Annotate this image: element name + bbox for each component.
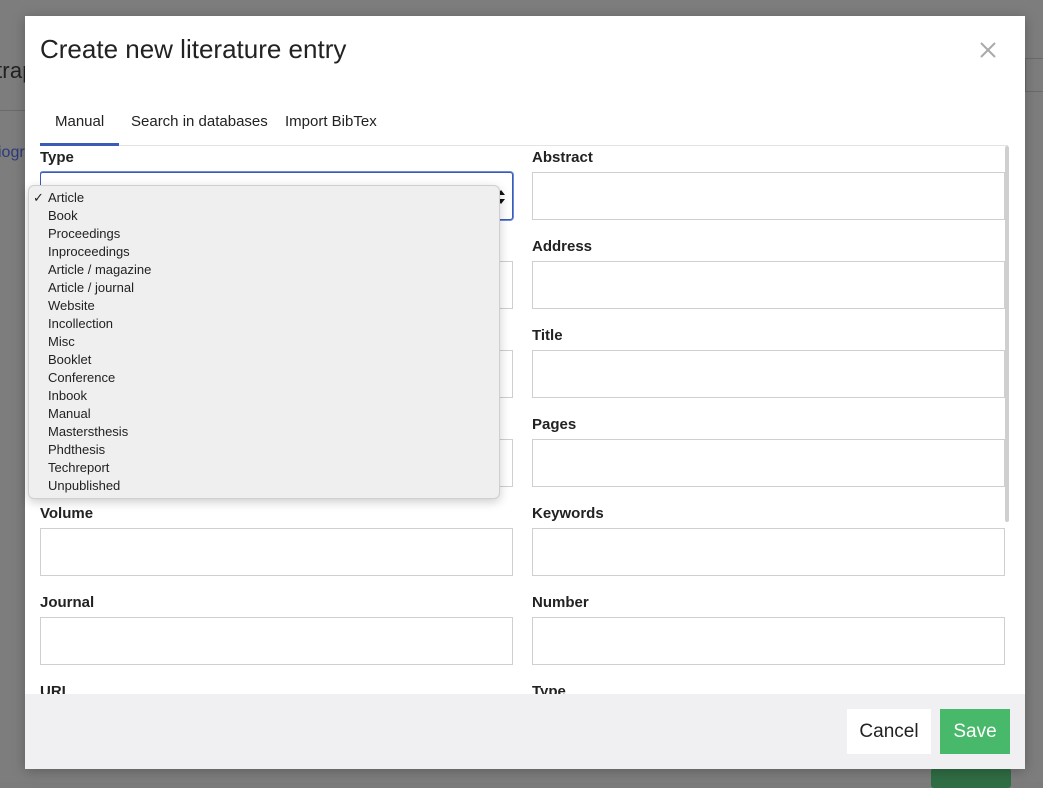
address-label: Address: [532, 238, 593, 255]
volume-label: Volume: [40, 505, 94, 522]
dropdown-option-manual[interactable]: Manual: [29, 405, 499, 423]
background-link: iogr: [0, 144, 25, 161]
number-label: Number: [532, 594, 589, 611]
dropdown-option-article-journal[interactable]: Article / journal: [29, 279, 499, 297]
dropdown-option-inbook[interactable]: Inbook: [29, 387, 499, 405]
dropdown-option-unpublished[interactable]: Unpublished: [29, 477, 499, 495]
dropdown-option-website[interactable]: Website: [29, 297, 499, 315]
cancel-button[interactable]: Cancel: [847, 709, 931, 754]
keywords-field[interactable]: [532, 528, 1005, 576]
dropdown-option-misc[interactable]: Misc: [29, 333, 499, 351]
type-label: Type: [40, 149, 74, 166]
background-submit-button: [931, 768, 1011, 788]
dropdown-option-article-magazine[interactable]: Article / magazine: [29, 261, 499, 279]
checkmark-icon: ✓: [33, 190, 44, 205]
dropdown-option-inproceedings[interactable]: Inproceedings: [29, 243, 499, 261]
abstract-label: Abstract: [532, 149, 593, 166]
pages-field[interactable]: [532, 439, 1005, 487]
background-input: [1025, 58, 1043, 92]
dropdown-option-booklet[interactable]: Booklet: [29, 351, 499, 369]
dialog-footer: Cancel Save: [25, 694, 1025, 769]
journal-field[interactable]: [40, 617, 513, 665]
number-field[interactable]: [532, 617, 1005, 665]
dropdown-option-book[interactable]: Book: [29, 207, 499, 225]
type-dropdown-menu: ✓ Article Book Proceedings Inproceedings…: [28, 185, 500, 499]
close-icon[interactable]: [976, 38, 1000, 62]
dropdown-option-conference[interactable]: Conference: [29, 369, 499, 387]
url-label: URL: [40, 683, 71, 694]
dialog-title: Create new literature entry: [40, 34, 347, 64]
pages-label: Pages: [532, 416, 577, 433]
dropdown-option-techreport[interactable]: Techreport: [29, 459, 499, 477]
dropdown-option-mastersthesis[interactable]: Mastersthesis: [29, 423, 499, 441]
type2-label: Type: [532, 683, 566, 694]
tab-import-bibtex[interactable]: Import BibTex: [270, 112, 392, 143]
dropdown-option-proceedings[interactable]: Proceedings: [29, 225, 499, 243]
tab-search-in-databases[interactable]: Search in databases: [116, 112, 283, 143]
dropdown-option-article[interactable]: ✓ Article: [29, 189, 499, 207]
save-button[interactable]: Save: [940, 709, 1010, 754]
address-field[interactable]: [532, 261, 1005, 309]
journal-label: Journal: [40, 594, 95, 611]
title-field[interactable]: [532, 350, 1005, 398]
tab-manual[interactable]: Manual: [40, 112, 120, 146]
volume-field[interactable]: [40, 528, 513, 576]
title-label: Title: [532, 327, 563, 344]
tab-bar: Manual Search in databases Import BibTex: [40, 112, 1008, 146]
dropdown-option-incollection[interactable]: Incollection: [29, 315, 499, 333]
abstract-field[interactable]: [532, 172, 1005, 220]
keywords-label: Keywords: [532, 505, 604, 522]
dropdown-option-phdthesis[interactable]: Phdthesis: [29, 441, 499, 459]
